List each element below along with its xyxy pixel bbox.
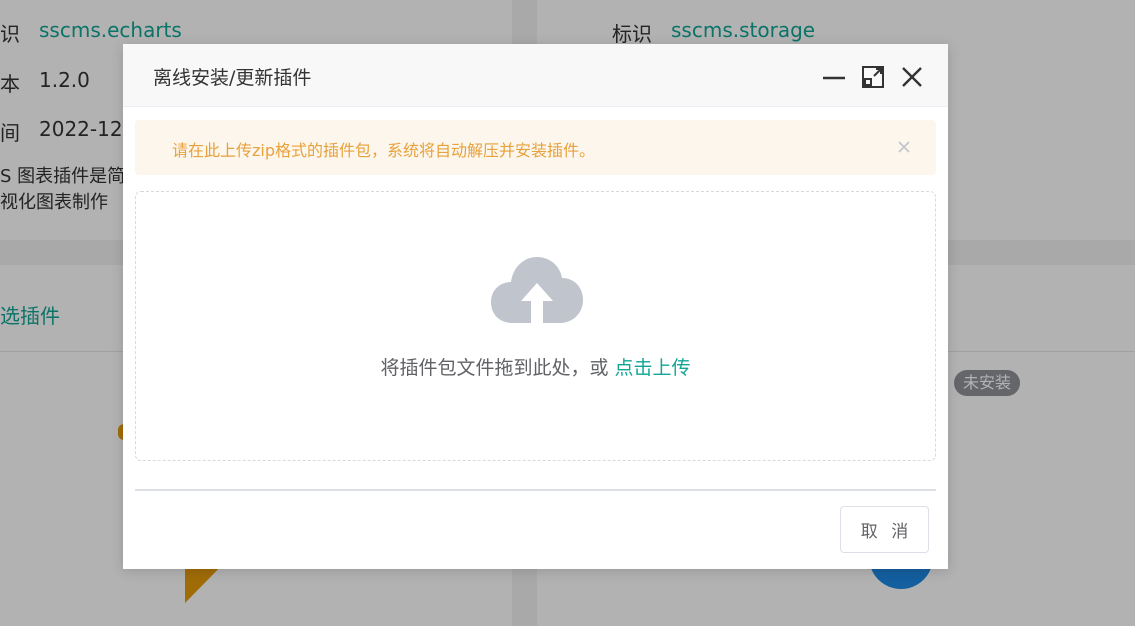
close-icon[interactable] xyxy=(899,64,925,90)
alert-message: 请在此上传zip格式的插件包，系统将自动解压并安装插件。 xyxy=(172,141,596,160)
dialog-header: 离线安装/更新插件 xyxy=(123,44,948,107)
upload-hint-text: 将插件包文件拖到此处，或 xyxy=(380,357,609,379)
footer-divider xyxy=(135,489,936,491)
alert-close-icon[interactable] xyxy=(894,137,914,157)
maximize-icon[interactable] xyxy=(860,64,886,90)
minimize-icon[interactable] xyxy=(821,64,847,90)
cancel-button[interactable]: 取 消 xyxy=(840,506,929,553)
offline-install-dialog: 离线安装/更新插件 请在此上传zip格式的插件包，系统将自动解压并安装插件。 将… xyxy=(123,44,948,569)
upload-dropzone[interactable]: 将插件包文件拖到此处，或 点击上传 xyxy=(135,191,936,461)
warning-alert: 请在此上传zip格式的插件包，系统将自动解压并安装插件。 xyxy=(135,120,936,175)
cloud-upload-icon xyxy=(491,256,583,326)
dialog-title: 离线安装/更新插件 xyxy=(153,67,312,89)
upload-hint: 将插件包文件拖到此处，或 点击上传 xyxy=(136,353,935,380)
click-upload-link[interactable]: 点击上传 xyxy=(615,357,691,379)
